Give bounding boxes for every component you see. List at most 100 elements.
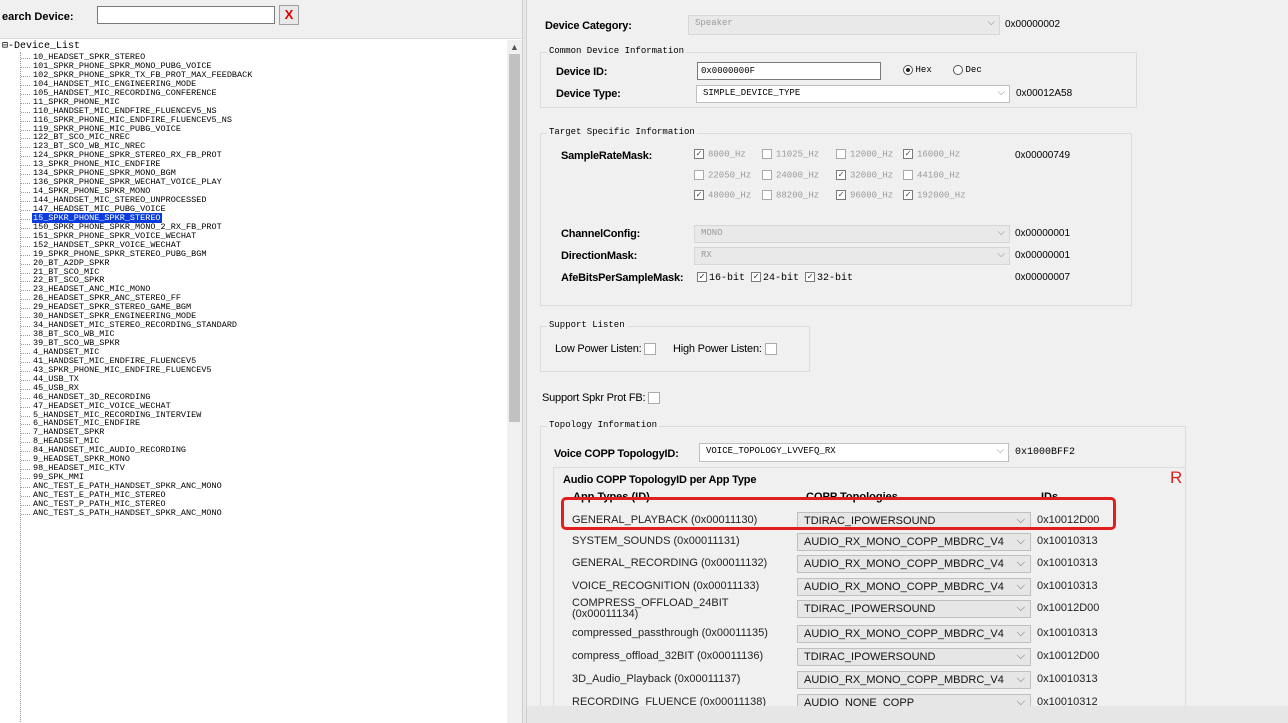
sample-rate-label: 8000_Hz: [708, 149, 746, 160]
horizontal-scrollbar[interactable]: [527, 706, 1288, 723]
sample-rate-label: 22050_Hz: [708, 170, 752, 181]
sample-rate-option[interactable]: 11025_Hz: [762, 149, 819, 159]
channel-config-label: ChannelConfig:: [561, 228, 641, 240]
copp-topology-select[interactable]: AUDIO_RX_MONO_COPP_MBDRC_V4 ⌵: [797, 533, 1031, 551]
device-details-panel: Device Category: Speaker ⌵ 0x00000002 Co…: [527, 0, 1288, 723]
tree-root-label: Device_List: [14, 41, 81, 52]
spkr-prot-fb-checkbox[interactable]: [648, 392, 661, 405]
direction-mask-select[interactable]: RX ⌵: [694, 247, 1010, 265]
app-type-label: VOICE_RECOGNITION (0x00011133): [572, 580, 760, 592]
direction-mask-label: DirectionMask:: [561, 250, 638, 262]
dec-radio-label: Dec: [965, 65, 982, 75]
afe-bits-option[interactable]: ✓ 16-bit: [697, 272, 746, 284]
sample-rate-label: 44100_Hz: [917, 170, 961, 181]
chevron-down-icon: ⌵: [1016, 557, 1025, 569]
afe-bits-options: ✓ 16-bit ✓ 24-bit ✓ 32-bit: [697, 272, 859, 284]
sample-rate-label: 12000_Hz: [850, 149, 894, 160]
device-category-hex: 0x00000002: [1005, 19, 1061, 30]
chevron-down-icon: ⌵: [1016, 602, 1025, 614]
high-power-listen-checkbox[interactable]: [764, 343, 777, 356]
sample-rate-option[interactable]: 22050_Hz: [694, 170, 751, 180]
topology-id: 0x10012D00: [1037, 650, 1100, 662]
copp-topology-value: TDIRAC_IPOWERSOUND: [804, 603, 936, 615]
high-power-listen: High Power Listen:: [673, 343, 777, 356]
sample-rate-option[interactable]: 88200_Hz: [762, 190, 819, 200]
channel-config-select[interactable]: MONO ⌵: [694, 225, 1010, 243]
sample-rate-option[interactable]: ✓ 192000_Hz: [903, 190, 966, 200]
topology-info-title: Topology Information: [547, 420, 660, 430]
app-type-label: compress_offload_32BIT (0x00011136): [572, 650, 764, 662]
spkr-prot-fb-label: Support Spkr Prot FB:: [542, 392, 646, 404]
low-power-listen-label: Low Power Listen:: [555, 343, 642, 355]
voice-copp-topology-select[interactable]: VOICE_TOPOLOGY_LVVEFQ_RX ⌵: [699, 443, 1009, 462]
sample-rate-option[interactable]: 24000_Hz: [762, 170, 819, 180]
device-category-select[interactable]: Speaker ⌵: [688, 15, 1000, 35]
copp-topology-select[interactable]: AUDIO_RX_MONO_COPP_MBDRC_V4 ⌵: [797, 578, 1031, 596]
checkbox-icon: [762, 190, 772, 200]
target-specific-info-title: Target Specific Information: [547, 127, 697, 137]
sample-rate-option[interactable]: ✓ 8000_Hz: [694, 149, 746, 159]
chevron-down-icon: ⌵: [1016, 535, 1025, 547]
sample-rate-option[interactable]: 12000_Hz: [836, 149, 893, 159]
chevron-down-icon: ⌵: [1016, 627, 1025, 639]
hex-radio-label: Hex: [915, 65, 932, 75]
checkbox-icon: [762, 149, 772, 159]
tree-item-label: ANC_TEST_S_PATH_HANDSET_SPKR_ANC_MONO: [33, 507, 222, 518]
afe-bits-option[interactable]: ✓ 32-bit: [805, 272, 853, 284]
topology-id: 0x10010313: [1037, 580, 1098, 592]
sample-rate-mask-label: SampleRateMask:: [561, 150, 653, 162]
device-id-field[interactable]: [697, 62, 881, 80]
afe-bits-label: 24-bit: [763, 272, 800, 284]
annotation-label: R: [1170, 468, 1183, 487]
checked-checkbox-icon: ✓: [903, 149, 913, 159]
checkbox-icon: [903, 170, 913, 180]
sample-rate-option[interactable]: ✓ 96000_Hz: [836, 190, 893, 200]
checked-checkbox-icon: ✓: [903, 190, 913, 200]
copp-topology-select[interactable]: TDIRAC_IPOWERSOUND ⌵: [797, 648, 1031, 666]
direction-mask-value: RX: [701, 250, 712, 260]
clear-search-button[interactable]: X: [279, 5, 299, 25]
tree-items: 10_HEADSET_SPKR_STEREO 101_SPKR_PHONE_SPK…: [18, 53, 253, 518]
topology-id: 0x10012D00: [1037, 602, 1100, 614]
chevron-down-icon: ⌵: [997, 249, 1005, 260]
low-power-listen-checkbox[interactable]: [644, 343, 657, 356]
sample-rate-option[interactable]: ✓ 48000_Hz: [694, 190, 751, 200]
tree-scrollbar[interactable]: ▲: [507, 40, 522, 723]
hex-radio[interactable]: Hex: [903, 64, 932, 75]
sample-rate-option[interactable]: ✓ 32000_Hz: [836, 170, 893, 180]
copp-topology-select[interactable]: TDIRAC_IPOWERSOUND ⌵: [797, 600, 1031, 618]
topology-id: 0x10010313: [1037, 627, 1098, 639]
sample-rate-label: 192000_Hz: [917, 190, 966, 201]
voice-copp-topology-label: Voice COPP TopologyID:: [554, 448, 679, 460]
scroll-thumb[interactable]: [509, 54, 520, 422]
copp-topology-select[interactable]: AUDIO_RX_MONO_COPP_MBDRC_V4 ⌵: [797, 555, 1031, 573]
chevron-down-icon: ⌵: [997, 227, 1005, 238]
copp-topology-value: AUDIO_RX_MONO_COPP_MBDRC_V4: [804, 581, 1004, 593]
sample-rate-option[interactable]: 44100_Hz: [903, 170, 960, 180]
copp-topology-value: AUDIO_RX_MONO_COPP_MBDRC_V4: [804, 674, 1004, 686]
copp-topology-select[interactable]: AUDIO_RX_MONO_COPP_MBDRC_V4 ⌵: [797, 671, 1031, 689]
channel-config-value: MONO: [701, 228, 723, 238]
afe-bits-hex: 0x00000007: [1015, 272, 1071, 283]
search-input[interactable]: [97, 6, 275, 24]
tree-item[interactable]: ANC_TEST_S_PATH_HANDSET_SPKR_ANC_MONO: [18, 507, 253, 518]
copp-topology-select[interactable]: AUDIO_RX_MONO_COPP_MBDRC_V4 ⌵: [797, 625, 1031, 643]
device-category-value: Speaker: [695, 18, 733, 28]
dec-radio[interactable]: Dec: [953, 64, 982, 75]
device-type-select[interactable]: SIMPLE_DEVICE_TYPE ⌵: [696, 85, 1010, 103]
low-power-listen: Low Power Listen:: [555, 343, 657, 356]
scroll-up-icon[interactable]: ▲: [507, 40, 522, 54]
dec-radio-dot: [953, 64, 963, 75]
device-type-label: Device Type:: [556, 88, 621, 100]
chevron-down-icon: ⌵: [996, 445, 1004, 456]
sample-rate-option[interactable]: ✓ 16000_Hz: [903, 149, 960, 159]
highlight-box: [561, 497, 1116, 530]
checked-checkbox-icon: ✓: [751, 272, 762, 282]
chevron-down-icon: ⌵: [1016, 673, 1025, 685]
search-bar: earch Device: X: [0, 0, 522, 39]
device-list-panel: earch Device: X ⊟-Device_List 10_HEADSET…: [0, 0, 522, 723]
afe-bits-option[interactable]: ✓ 24-bit: [751, 272, 800, 284]
device-tree: ⊟-Device_List 10_HEADSET_SPKR_STEREO 101_…: [0, 40, 507, 723]
afe-bits-label: 16-bit: [709, 272, 746, 284]
tree-root[interactable]: ⊟-Device_List: [2, 42, 80, 52]
